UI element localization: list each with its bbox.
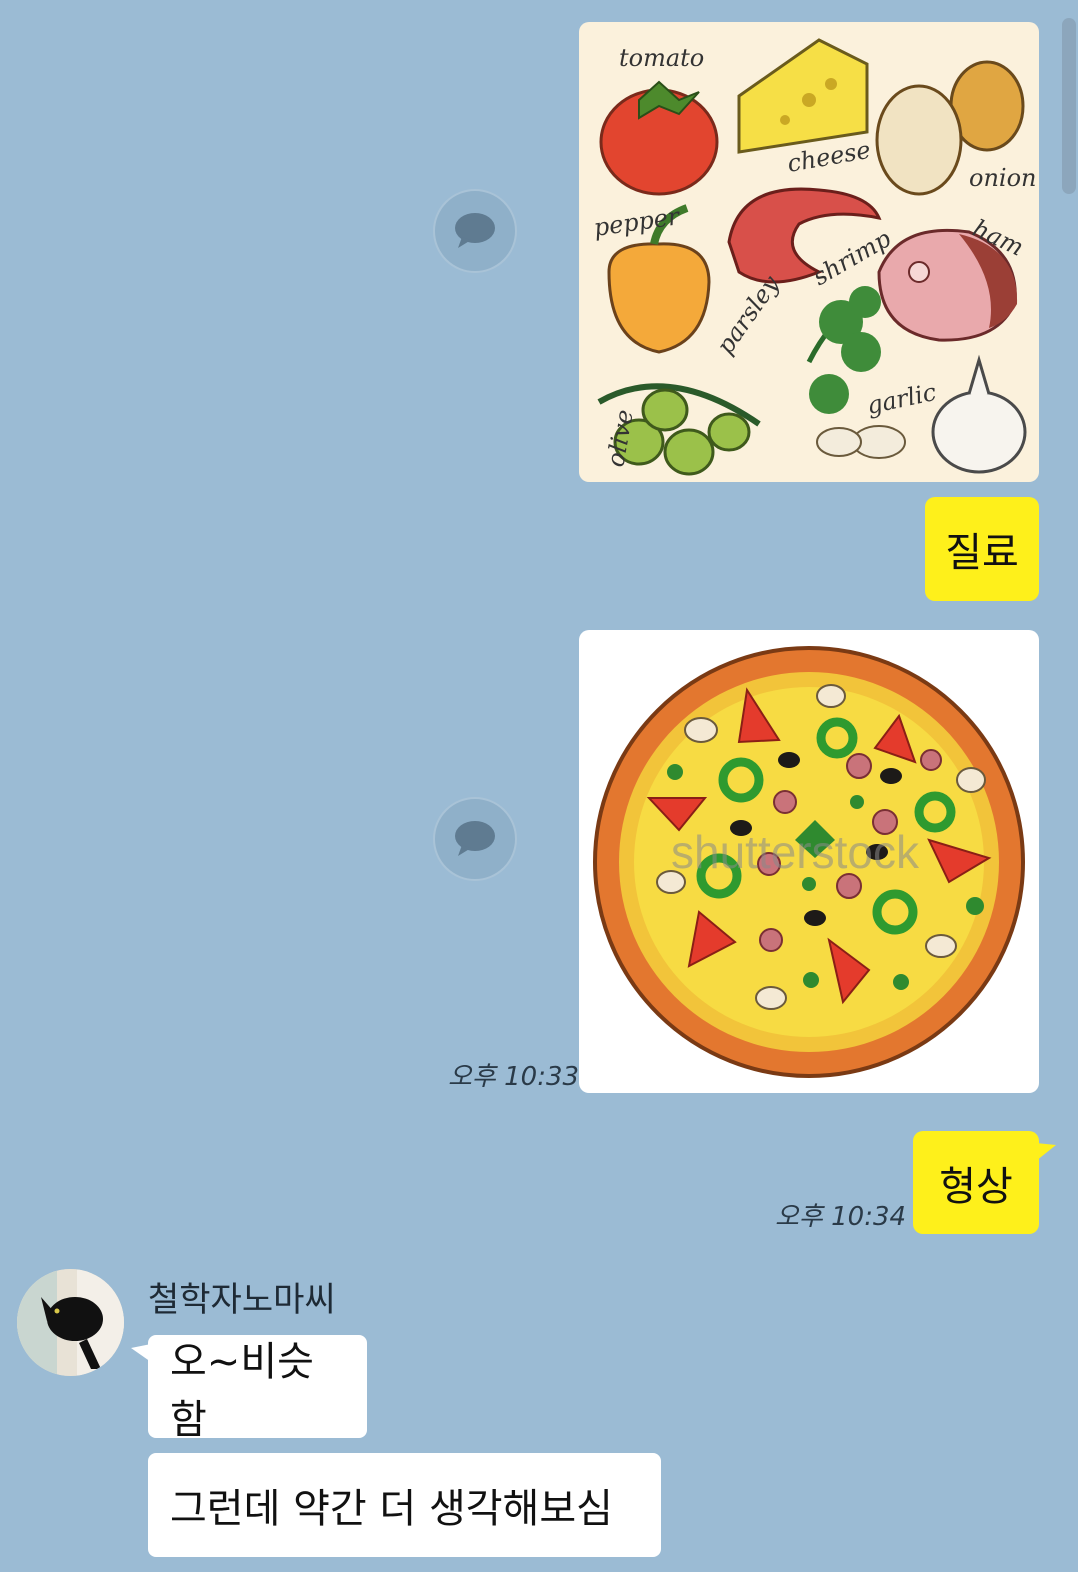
message-text: 그런데 약간 더 생각해보심 — [170, 1486, 613, 1532]
my-message-bubble[interactable]: 질료 — [925, 497, 1039, 601]
my-message-bubble[interactable]: 형상 — [913, 1131, 1039, 1234]
pizza-illustration: shutterstock — [593, 646, 1025, 1078]
ingredients-illustration: tomato cheese onion pepper shrimp ham pa… — [592, 38, 1037, 476]
label-onion: onion — [969, 164, 1037, 192]
share-button[interactable] — [433, 189, 517, 273]
bubble-tail — [1036, 1143, 1056, 1161]
label-parsley: parsley — [711, 270, 785, 359]
message-timestamp: 오후 10:34 — [775, 1202, 907, 1232]
message-text: 형상 — [939, 1163, 1013, 1210]
message-timestamp: 오후 10:33 — [448, 1062, 580, 1092]
message-text: 오~비슷함 — [170, 1338, 314, 1443]
scrollbar[interactable] — [1062, 18, 1076, 194]
speech-bubble-icon — [455, 213, 495, 248]
avatar[interactable] — [17, 1269, 124, 1376]
label-garlic: garlic — [864, 378, 938, 420]
label-pepper: pepper — [592, 202, 683, 242]
watermark-text: shutterstock — [671, 826, 920, 878]
label-tomato: tomato — [619, 44, 704, 72]
avatar-image — [17, 1269, 124, 1376]
garlic-drawing — [816, 354, 1027, 474]
tomato-drawing — [599, 80, 719, 196]
other-message-bubble[interactable]: 그런데 약간 더 생각해보심 — [148, 1453, 661, 1557]
ingredients-image[interactable]: tomato cheese onion pepper shrimp ham pa… — [579, 22, 1039, 482]
message-text: 질료 — [945, 530, 1019, 576]
sender-name: 철학자노마씨 — [148, 1280, 336, 1320]
share-button[interactable] — [433, 797, 517, 881]
speech-bubble-icon — [455, 821, 495, 856]
cheese-drawing — [737, 38, 869, 154]
other-message-bubble[interactable]: 오~비슷함 — [148, 1335, 367, 1443]
pizza-image[interactable]: shutterstock — [579, 630, 1039, 1093]
